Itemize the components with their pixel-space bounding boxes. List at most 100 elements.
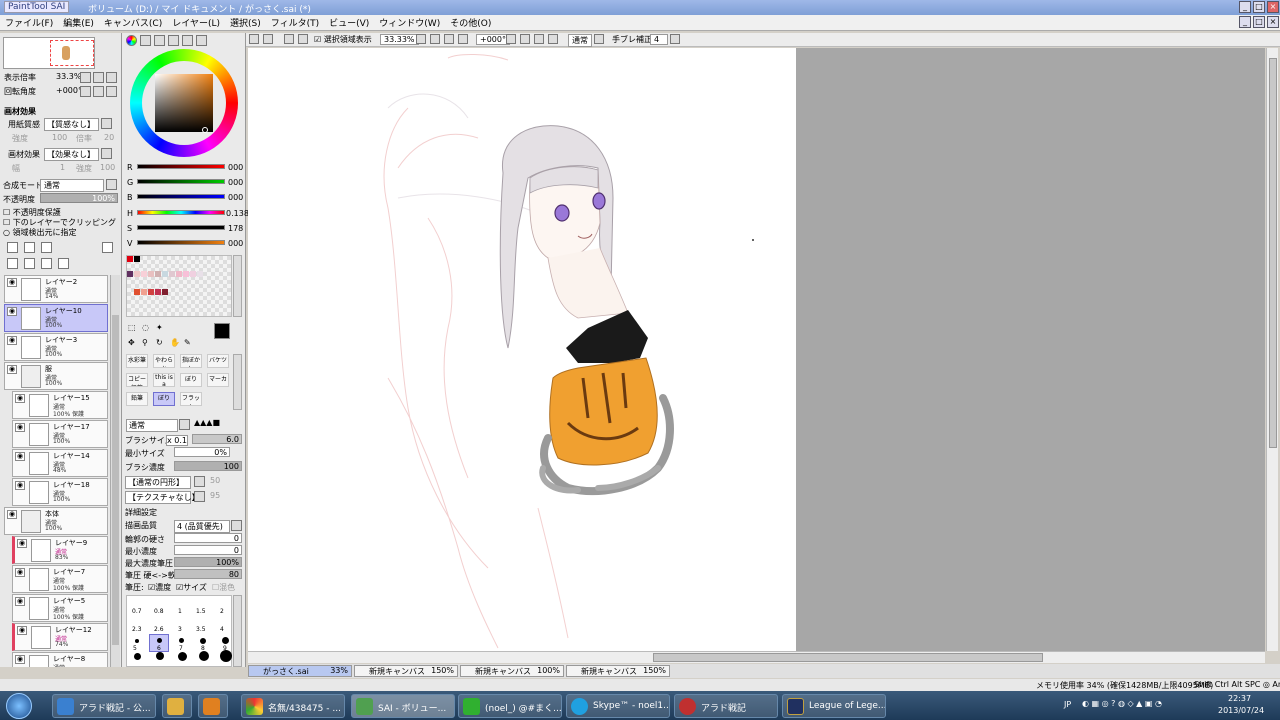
transfer-down-icon[interactable]: [7, 258, 18, 269]
taskbar-item-lol[interactable]: League of Lege...: [782, 694, 886, 718]
brush-shape-num[interactable]: 50: [210, 476, 220, 485]
size-preset-label[interactable]: 0.7: [132, 608, 142, 615]
clear-layer-icon[interactable]: [41, 258, 52, 269]
taskbar-item-chrome[interactable]: 名無/438475 - ...: [241, 694, 345, 718]
layer-item[interactable]: ◉ レイヤー18 通常 100%: [12, 478, 108, 506]
taskbar-item-browser[interactable]: アラド戦記 - 公...: [52, 694, 156, 718]
rotate-tool-icon[interactable]: ↻: [156, 338, 163, 347]
g-slider[interactable]: [137, 179, 225, 184]
color-wheel-tab-icon[interactable]: [126, 35, 137, 46]
eye-icon[interactable]: ◉: [17, 626, 27, 635]
doc-tab[interactable]: 新規キャンバス 150%: [354, 665, 458, 677]
toolbar-rotate-left-icon[interactable]: [506, 34, 516, 44]
invert-selection-icon[interactable]: [298, 34, 308, 44]
taskbar-item-game[interactable]: アラド戦記: [674, 694, 778, 718]
clock-date[interactable]: 2013/07/24: [1218, 706, 1264, 715]
rotate-value[interactable]: +000°: [56, 86, 82, 95]
clock-time[interactable]: 22:37: [1228, 694, 1251, 703]
brush-tool-copy-pencil[interactable]: コピー鉛筆: [126, 373, 148, 387]
scratchpad-tab-icon[interactable]: [196, 35, 207, 46]
brush-shape-select[interactable]: 【通常の円形】: [125, 476, 191, 489]
size-preset-label[interactable]: 3: [178, 626, 182, 633]
toolbar-rotate-reset-icon[interactable]: [534, 34, 544, 44]
eye-icon[interactable]: ◉: [7, 278, 17, 287]
v-slider[interactable]: [137, 240, 225, 245]
size-preset-label[interactable]: 2.3: [132, 626, 142, 633]
taskbar-item-sai[interactable]: SAI - ボリュー...: [351, 694, 455, 718]
layer-item[interactable]: ◉ レイヤー7 通常 100% 保護: [12, 565, 108, 593]
quality-dropdown-icon[interactable]: [231, 520, 242, 531]
texture-select[interactable]: 【質感なし】: [44, 118, 99, 131]
taskbar-item-skype[interactable]: Skype™ - noel1...: [566, 694, 670, 718]
toolbar-mode-dropdown-icon[interactable]: [594, 34, 604, 44]
effect-dropdown-icon[interactable]: [101, 148, 112, 159]
toolbar-mode-select[interactable]: 通常: [568, 34, 592, 47]
detail-settings-header[interactable]: 詳細設定: [125, 507, 157, 518]
menu-edit[interactable]: 編集(E): [58, 15, 99, 30]
r-slider[interactable]: [137, 164, 225, 169]
hsv-slider-tab-icon[interactable]: [154, 35, 165, 46]
layer-item[interactable]: ◉ レイヤー9 通常 83%: [12, 536, 108, 564]
brush-mode-dropdown-icon[interactable]: [179, 419, 190, 430]
effect-select[interactable]: 【効果なし】: [44, 148, 99, 161]
maximize-button[interactable]: □: [1253, 1, 1265, 13]
brush-tool-pencil[interactable]: 鉛筆: [126, 392, 148, 406]
new-linear-layer-icon[interactable]: [24, 242, 35, 253]
taskbar-item-media[interactable]: [198, 694, 228, 718]
layer-item[interactable]: ◉ レイヤー5 通常 100% 保護: [12, 594, 108, 622]
size-preset-label[interactable]: 0.8: [154, 608, 164, 615]
color-wheel[interactable]: [130, 49, 238, 157]
brush-tool-custom[interactable]: this is a: [153, 373, 175, 387]
toolbar-zoom-field[interactable]: 33.33%: [380, 34, 419, 45]
menu-layer[interactable]: レイヤー(L): [167, 15, 225, 30]
layer-item[interactable]: ◉レイヤー8通常: [12, 652, 108, 667]
brush-shape-dropdown-icon[interactable]: [194, 476, 205, 487]
max-pressure-slider[interactable]: 100%: [174, 557, 242, 567]
brush-grid-scrollbar[interactable]: [233, 354, 242, 410]
eye-icon[interactable]: ◉: [15, 423, 25, 432]
toolbar-flip-icon[interactable]: [548, 34, 558, 44]
horizontal-scrollbar[interactable]: [248, 651, 1265, 663]
menu-other[interactable]: その他(O): [445, 15, 496, 30]
minimize-button[interactable]: _: [1239, 1, 1251, 13]
effect-width-value[interactable]: 1: [60, 163, 65, 172]
taskbar-item-chat[interactable]: (noel_) @#まく...: [458, 694, 562, 718]
doc-tab[interactable]: がっさく.sai 33%: [248, 665, 352, 677]
r-value[interactable]: 000: [228, 163, 243, 172]
layer-item[interactable]: ◉ レイヤー14 通常 48%: [12, 449, 108, 477]
move-icon[interactable]: ✥: [128, 338, 135, 347]
menu-window[interactable]: ウィンドウ(W): [374, 15, 445, 30]
brush-tool-fill[interactable]: ぼり: [180, 373, 202, 387]
stabilizer-field[interactable]: 4: [650, 34, 668, 45]
size-preset-label[interactable]: 6: [157, 645, 161, 652]
eye-icon[interactable]: ◉: [15, 452, 25, 461]
v-value[interactable]: 000: [228, 239, 243, 248]
saturation-value-square[interactable]: [155, 74, 213, 132]
eye-icon[interactable]: ◉: [7, 307, 17, 316]
layer-folder[interactable]: ◉ 服通常 100%: [4, 362, 108, 390]
brush-density-slider[interactable]: 100: [174, 461, 242, 471]
brush-tool-marker[interactable]: マーカー: [207, 373, 229, 387]
eye-icon[interactable]: ◉: [7, 365, 17, 374]
toolbar-zoom-reset-icon[interactable]: [458, 34, 468, 44]
toolbar-rotate-right-icon[interactable]: [520, 34, 530, 44]
doc-tab[interactable]: 新規キャンバス 100%: [460, 665, 564, 677]
rotate-left-icon[interactable]: [80, 86, 91, 97]
eye-icon[interactable]: ◉: [7, 510, 17, 519]
magic-wand-icon[interactable]: ✦: [156, 323, 163, 332]
taskbar-item-explorer[interactable]: [162, 694, 192, 718]
layer-item[interactable]: ◉ レイヤー3 通常 100%: [4, 333, 108, 361]
quality-select[interactable]: 4 (品質優先): [174, 520, 230, 533]
swatch-palette[interactable]: [126, 255, 232, 317]
presets-scrollbar[interactable]: [233, 595, 242, 667]
s-value[interactable]: 178: [228, 224, 243, 233]
canvas-paper[interactable]: [248, 48, 796, 651]
brush-tool-soft[interactable]: やわらか: [153, 354, 175, 368]
texture-dropdown-icon[interactable]: [101, 118, 112, 129]
zoom-value[interactable]: 33.3%: [56, 72, 81, 81]
brush-size-slider[interactable]: 6.0: [192, 434, 242, 444]
layer-item[interactable]: ◉ レイヤー12 通常 74%: [12, 623, 108, 651]
menu-view[interactable]: ビュー(V): [324, 15, 374, 30]
s-slider[interactable]: [137, 225, 225, 230]
redo-icon[interactable]: [263, 34, 273, 44]
